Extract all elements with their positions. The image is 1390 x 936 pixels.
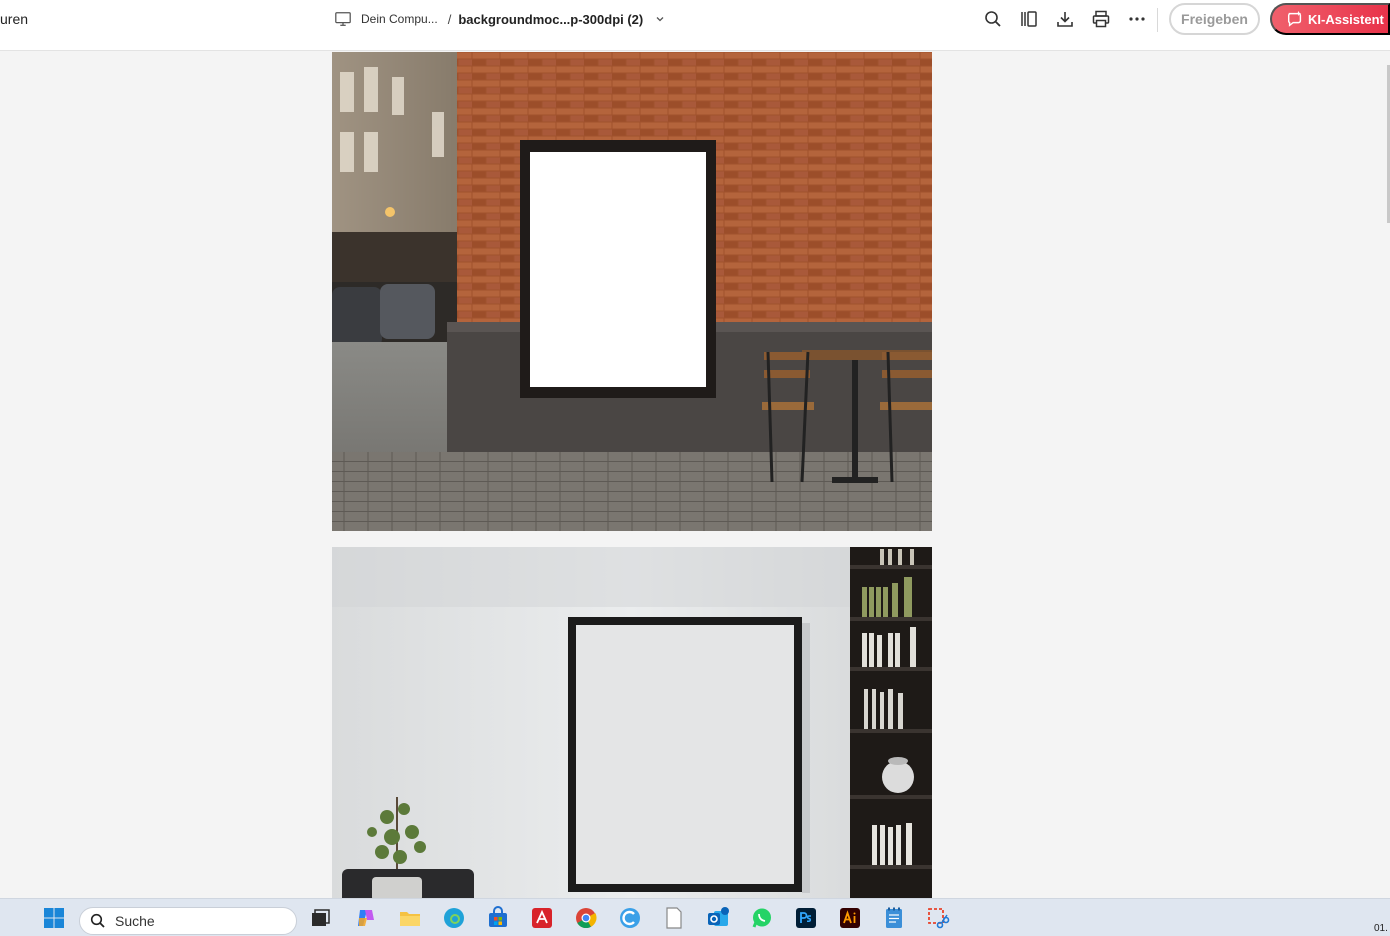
taskbar-clock[interactable]: 01. <box>1374 923 1388 934</box>
print-button[interactable] <box>1090 8 1112 30</box>
file-name[interactable]: backgroundmoc...p-300dpi (2) <box>458 12 643 27</box>
download-button[interactable] <box>1054 8 1076 30</box>
chrome-button[interactable] <box>573 905 599 931</box>
document-page-2 <box>332 547 932 898</box>
ms-store-icon <box>489 906 507 927</box>
windows-start-icon <box>44 908 64 928</box>
breadcrumb-location[interactable]: Dein Compu... <box>361 12 438 26</box>
notepad-icon <box>886 907 902 928</box>
file-explorer-icon <box>400 912 420 926</box>
living-room-frame-image <box>332 547 932 898</box>
blank-file-icon <box>666 907 682 929</box>
blank-file-button[interactable] <box>661 905 687 931</box>
ai-assistant-label: KI-Assistent <box>1308 11 1384 27</box>
breadcrumb: Dein Compu... / backgroundmoc...p-300dpi… <box>334 8 665 30</box>
more-options-button[interactable] <box>1126 8 1148 30</box>
chevron-down-icon[interactable] <box>655 14 665 24</box>
search-icon <box>985 11 1001 27</box>
snipping-tool-icon <box>928 908 950 929</box>
windows-taskbar: Suche 01. <box>0 898 1390 936</box>
file-explorer-button[interactable] <box>397 905 423 931</box>
c-app-icon <box>620 908 640 928</box>
search-icon <box>90 913 105 928</box>
notepad-button[interactable] <box>881 905 907 931</box>
share-button[interactable]: Freigeben <box>1169 3 1260 35</box>
task-view-button[interactable] <box>307 905 333 931</box>
illustrator-icon <box>840 908 860 928</box>
top-toolbar: uren Dein Compu... / backgroundmoc...p-3… <box>0 0 1390 51</box>
snipping-tool-button[interactable] <box>925 905 951 931</box>
menu-label-fragment[interactable]: uren <box>0 11 28 27</box>
ms-store-button[interactable] <box>485 905 511 931</box>
taskbar-search[interactable]: Suche <box>79 907 297 935</box>
task-view-icon <box>312 909 330 926</box>
copilot-icon <box>358 910 374 926</box>
outlook-icon <box>708 907 729 926</box>
more-icon <box>1129 17 1145 21</box>
c-app-button[interactable] <box>617 905 643 931</box>
photoshop-icon <box>796 908 816 928</box>
acrobat-button[interactable] <box>529 905 555 931</box>
edge-icon <box>444 908 464 928</box>
taskbar-search-placeholder: Suche <box>115 913 155 929</box>
illustrator-button[interactable] <box>837 905 863 931</box>
acrobat-icon <box>532 908 552 928</box>
copilot-button[interactable] <box>353 905 379 931</box>
start-button[interactable] <box>41 905 67 931</box>
ai-chat-icon <box>1287 10 1302 27</box>
document-page-1 <box>332 52 932 531</box>
document-viewer[interactable] <box>0 51 1390 898</box>
whatsapp-icon <box>752 908 771 928</box>
search-button[interactable] <box>982 8 1004 30</box>
print-icon <box>1092 10 1110 28</box>
chrome-icon <box>576 908 597 929</box>
outlook-button[interactable] <box>705 905 731 931</box>
ai-assistant-button[interactable]: KI-Assistent <box>1270 3 1390 35</box>
brick-wall-poster-image <box>332 52 932 531</box>
toolbar-divider <box>1157 8 1158 32</box>
monitor-icon <box>335 12 351 26</box>
page-thumbnails-button[interactable] <box>1018 8 1040 30</box>
photoshop-button[interactable] <box>793 905 819 931</box>
edge-button[interactable] <box>441 905 467 931</box>
whatsapp-button[interactable] <box>749 905 775 931</box>
breadcrumb-separator: / <box>447 11 452 27</box>
pages-icon <box>1021 11 1037 27</box>
download-icon <box>1057 12 1073 27</box>
